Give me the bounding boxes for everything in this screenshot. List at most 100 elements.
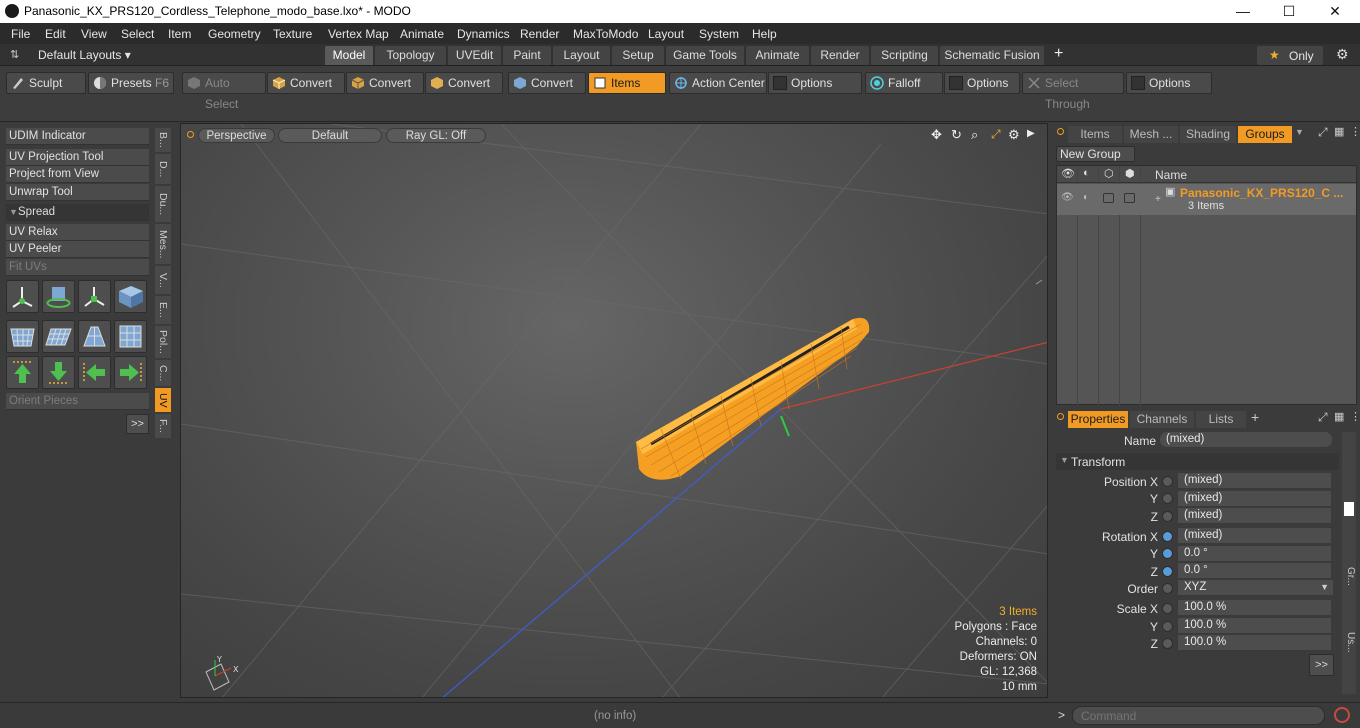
uv-grid-button[interactable] [42,320,75,353]
tab-mesh[interactable]: Mesh ... [1124,126,1178,143]
convert-vertices-button[interactable]: Convert [267,72,345,94]
order-dropdown[interactable]: XYZ ▼ [1178,580,1333,596]
tab-groups[interactable]: Groups [1238,126,1292,143]
viewport-menu-icon[interactable] [187,131,194,138]
rotation-y-keyframe-dot[interactable] [1162,548,1173,559]
position-x-keyframe-dot[interactable] [1162,476,1173,487]
orient-pieces-button[interactable]: Orient Pieces [6,393,149,410]
scale-z-field[interactable]: 100.0 % [1178,635,1331,651]
panel-menu-icon[interactable] [1057,128,1064,135]
tab-game-tools[interactable]: Game Tools [666,46,744,65]
tab-channels[interactable]: Channels [1130,411,1194,428]
tab-model[interactable]: Model [325,46,373,65]
tab-schematic-fusion[interactable]: Schematic Fusion [940,46,1044,65]
select-toggle[interactable] [1124,193,1135,203]
vtab-duplicate[interactable]: Du... [155,186,171,222]
menu-file[interactable]: File [11,27,30,41]
uv-projection-tool-button[interactable]: UV Projection Tool [6,149,149,166]
vtab-vertex[interactable]: V... [155,266,171,294]
lock-toggle[interactable] [1103,193,1114,203]
rotation-z-field[interactable]: 0.0 ° [1178,563,1331,579]
uv-relax-button[interactable]: UV Relax [6,224,149,241]
menu-dynamics[interactable]: Dynamics [457,27,510,41]
default-layouts-dropdown[interactable]: Default Layouts ▾ [38,48,131,62]
tab-items[interactable]: Items [1068,126,1122,143]
uv-peeler-button[interactable]: UV Peeler [6,241,149,258]
uv-box-button[interactable] [114,320,147,353]
3d-viewport[interactable]: X Y Perspective Default Ray GL: Off ✥ ↻ … [180,123,1048,698]
scale-y-keyframe-dot[interactable] [1162,621,1173,632]
tab-lists[interactable]: Lists [1196,411,1246,428]
rotation-z-keyframe-dot[interactable] [1162,566,1173,577]
convert-polygons-button[interactable]: Convert [425,72,503,94]
more-tools-button[interactable]: >> [126,414,149,434]
scale-z-keyframe-dot[interactable] [1162,638,1173,649]
tab-layout[interactable]: Layout [553,46,610,65]
add-tab-button[interactable]: + [1054,45,1063,63]
transform-section-header[interactable]: ▼ Transform [1056,453,1339,470]
menu-vertex-map[interactable]: Vertex Map [328,27,389,41]
panel-more-icon[interactable]: ⋮ [1350,125,1360,138]
expand-plus-icon[interactable]: + [1155,194,1161,205]
undock-icon[interactable]: ⤢ [1318,125,1328,140]
menu-item[interactable]: Item [168,27,191,41]
more-properties-button[interactable]: >> [1309,654,1334,676]
rotation-x-keyframe-dot[interactable] [1162,531,1173,542]
position-y-field[interactable]: (mixed) [1178,491,1331,507]
expand-arrow-icon[interactable]: ▶ [1027,128,1035,139]
spread-section-header[interactable]: ▼ Spread [6,204,149,221]
menu-help[interactable]: Help [752,27,777,41]
unwrap-tool-button[interactable]: Unwrap Tool [6,184,149,201]
tab-uvedit[interactable]: UVEdit [448,46,501,65]
vtab-polygon[interactable]: Pol... [155,326,171,358]
vtab-curve[interactable]: C... [155,360,171,386]
vtab-edge[interactable]: E... [155,296,171,324]
tab-setup[interactable]: Setup [612,46,664,65]
zoom-icon[interactable]: ⌕ [971,127,978,143]
record-macro-icon[interactable] [1334,707,1350,723]
order-keyframe-dot[interactable] [1162,583,1173,594]
add-tab-button[interactable]: + [1251,409,1259,425]
maximize-button[interactable]: ☐ [1266,0,1312,23]
panel-menu-icon[interactable] [1057,413,1064,420]
gear-icon[interactable]: ⚙ [1336,46,1349,63]
render-toggle-icon[interactable]: ◐ [1083,192,1089,203]
select-through-button[interactable]: Select Through [1022,72,1124,111]
rotation-x-field[interactable]: (mixed) [1178,528,1331,544]
layout-arrows-icon[interactable]: ⇅ [10,48,19,61]
fit-uvs-button[interactable]: Fit UVs [6,259,149,276]
tabs-dropdown-icon[interactable]: ▼ [1295,127,1304,137]
uv-move-tool-button[interactable] [6,280,39,313]
scale-x-field[interactable]: 100.0 % [1178,600,1331,616]
menu-texture[interactable]: Texture [273,27,312,41]
group-name[interactable]: Panasonic_KX_PRS120_C ... [1180,186,1343,200]
uv-unwrap-mesh-button[interactable] [6,320,39,353]
group-row[interactable]: 👁 ◐ + ▣ Panasonic_KX_PRS120_C ... 3 Item… [1057,184,1356,215]
convert-items-button[interactable]: Convert [508,72,586,94]
tab-shading[interactable]: Shading [1180,126,1236,143]
position-y-keyframe-dot[interactable] [1162,493,1173,504]
scale-x-keyframe-dot[interactable] [1162,603,1173,614]
fit-view-icon[interactable]: ⤢ [991,127,1001,142]
panel-grid-icon[interactable]: ▦ [1334,125,1344,138]
action-center-button[interactable]: Action Center [669,72,767,94]
falloff-options-button[interactable]: Options [944,72,1020,94]
side-tab-user[interactable]: Us... [1342,632,1356,653]
rotate-view-icon[interactable]: ↻ [951,127,962,143]
action-center-options-button[interactable]: Options [768,72,862,94]
menu-animate[interactable]: Animate [400,27,444,41]
align-right-button[interactable] [114,356,147,389]
align-down-button[interactable] [42,356,75,389]
project-from-view-button[interactable]: Project from View [6,166,149,183]
align-left-button[interactable] [78,356,111,389]
uv-rotate-tool-button[interactable] [42,280,75,313]
menu-edit[interactable]: Edit [45,27,66,41]
new-group-button[interactable]: New Group [1056,146,1135,162]
close-button[interactable]: ✕ [1312,0,1358,23]
presets-button[interactable]: Presets F6 [88,72,174,94]
vtab-mesh-edit[interactable]: Mes... [155,224,171,264]
only-toggle[interactable]: ★ Only [1257,46,1323,65]
scale-y-field[interactable]: 100.0 % [1178,618,1331,634]
convert-edges-button[interactable]: Convert [346,72,424,94]
uv-perspective-button[interactable] [78,320,111,353]
